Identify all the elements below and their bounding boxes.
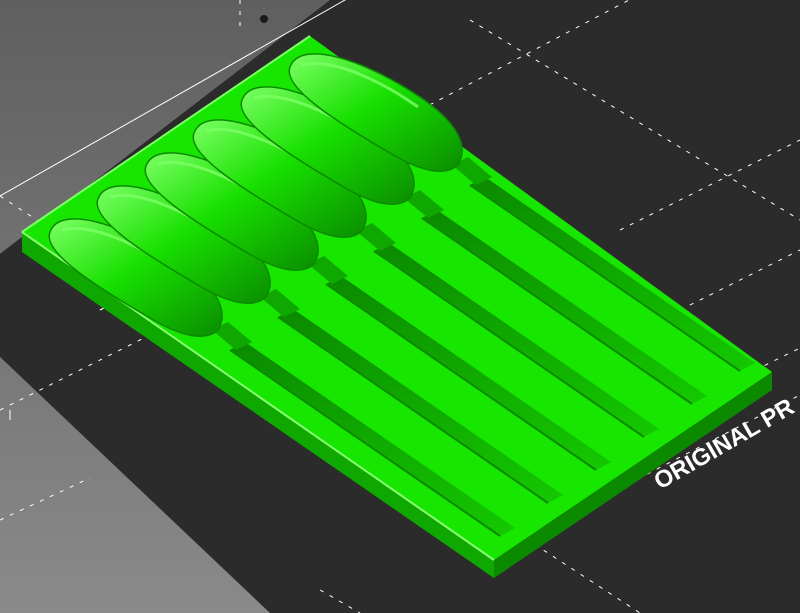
bed-screw-marker [260, 15, 268, 23]
scene-canvas[interactable]: ORIGINAL PR [0, 0, 800, 613]
3d-viewport[interactable]: ORIGINAL PR [0, 0, 800, 613]
